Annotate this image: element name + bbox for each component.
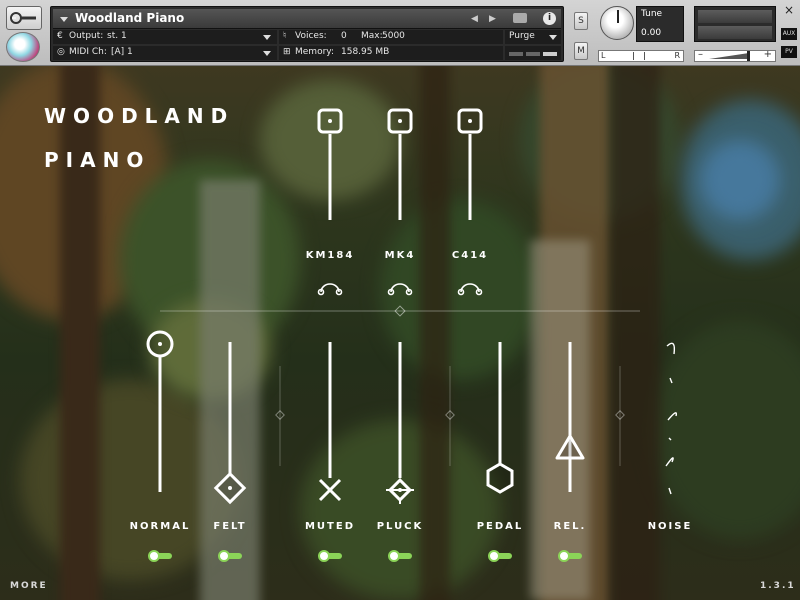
fader-release[interactable] xyxy=(555,342,585,492)
section-divider xyxy=(160,305,640,317)
mic-label-km184: KM184 xyxy=(305,250,355,261)
label-felt: FELT xyxy=(213,521,247,532)
mic-fader-c414[interactable] xyxy=(457,108,483,220)
toggle-pluck[interactable] xyxy=(388,550,414,562)
fader-pluck[interactable] xyxy=(386,342,414,504)
label-muted: MUTED xyxy=(304,521,356,532)
toggle-muted[interactable] xyxy=(318,550,344,562)
mic-label-mk4: MK4 xyxy=(384,250,416,261)
toggle-release[interactable] xyxy=(558,550,584,562)
more-button[interactable]: MORE xyxy=(10,581,48,591)
fader-muted[interactable] xyxy=(318,342,342,502)
label-pluck: PLUCK xyxy=(376,521,424,532)
mic-label-c414: C414 xyxy=(451,250,489,261)
mic-faders xyxy=(146,108,678,505)
fader-felt[interactable] xyxy=(213,342,247,505)
fader-pedal[interactable] xyxy=(486,342,514,494)
headphone-icon-c414[interactable] xyxy=(457,283,483,296)
headphone-icon-km184[interactable] xyxy=(317,283,343,296)
noise-glyphs-icon[interactable] xyxy=(665,342,678,495)
version-label: 1.3.1 xyxy=(760,581,796,591)
fader-normal[interactable] xyxy=(146,330,174,492)
headphone-icon-mk4[interactable] xyxy=(387,283,413,296)
mic-fader-km184[interactable] xyxy=(317,108,343,220)
mic-fader-mk4[interactable] xyxy=(387,108,413,220)
label-normal: NORMAL xyxy=(129,521,191,532)
label-noise: NOISE xyxy=(647,521,693,532)
toggle-pedal[interactable] xyxy=(488,550,514,562)
label-pedal: PEDAL xyxy=(476,521,524,532)
toggle-felt[interactable] xyxy=(218,550,244,562)
toggle-normal[interactable] xyxy=(148,550,174,562)
label-release: REL. xyxy=(553,521,587,532)
